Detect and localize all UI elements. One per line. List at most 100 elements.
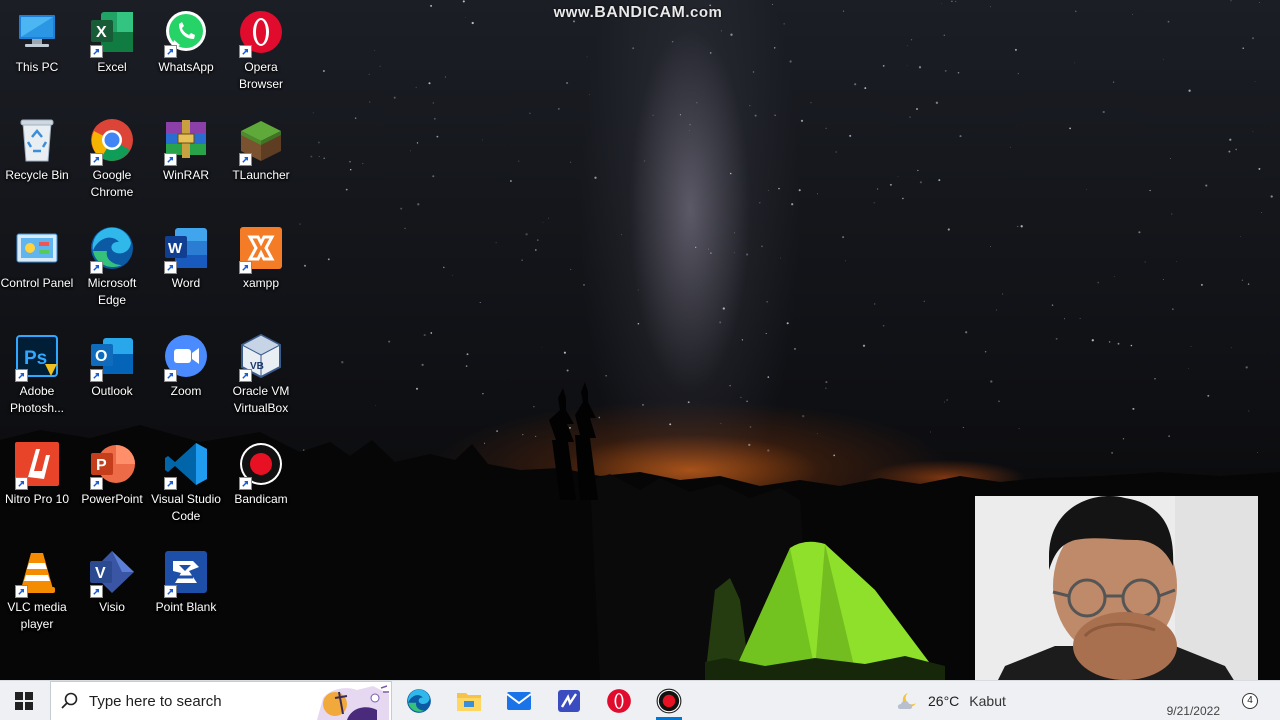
svg-text:P: P	[96, 457, 107, 474]
taskbar-search-box[interactable]: Type here to search	[50, 681, 392, 720]
taskbar-weather[interactable]: 26°C Kabut	[896, 681, 1006, 720]
desktop-icon-visio[interactable]: V Visio	[74, 544, 150, 616]
star	[944, 69, 947, 72]
star	[341, 361, 344, 364]
star	[1130, 344, 1133, 347]
desktop-icon-xampp[interactable]: xampp	[223, 220, 299, 292]
desktop-icon-powerpoint[interactable]: P PowerPoint	[74, 436, 150, 508]
desktop-icon-label: Excel	[97, 60, 127, 74]
star	[632, 47, 635, 50]
star	[923, 300, 925, 302]
desktop-icon-excel[interactable]: X Excel	[74, 4, 150, 76]
star	[323, 157, 326, 160]
svg-text:O: O	[95, 348, 107, 365]
star	[766, 301, 768, 303]
desktop-icon-label: VLC media player	[7, 600, 67, 631]
zoom-icon	[162, 332, 210, 382]
desktop-icon-this-pc[interactable]: This PC	[0, 4, 75, 76]
star	[1230, 0, 1232, 2]
start-button[interactable]	[0, 681, 48, 720]
star	[800, 119, 804, 122]
desktop-icon-google-chrome[interactable]: Google Chrome	[74, 112, 150, 201]
desktop-icon-zoom[interactable]: Zoom	[148, 328, 224, 400]
mail-icon	[506, 692, 532, 710]
star	[909, 116, 911, 118]
desktop-icon-whatsapp[interactable]: WhatsApp	[148, 4, 224, 76]
taskbar-app-edge[interactable]	[394, 681, 444, 720]
star	[479, 301, 481, 304]
desktop-icon-winrar[interactable]: WinRAR	[148, 112, 224, 184]
star	[388, 340, 391, 343]
shortcut-arrow-icon	[90, 45, 103, 58]
star	[354, 117, 357, 119]
star	[393, 96, 396, 99]
star	[1258, 167, 1261, 170]
star	[349, 161, 351, 163]
star	[318, 155, 320, 157]
watermark-brand: BANDICAM	[594, 4, 686, 21]
star	[1064, 318, 1065, 320]
shortcut-arrow-icon	[90, 477, 103, 490]
star	[432, 175, 435, 178]
desktop-icon-point-blank[interactable]: Point Blank	[148, 544, 224, 616]
edge-icon	[407, 689, 431, 713]
star	[1091, 339, 1094, 342]
star	[910, 39, 913, 41]
desktop-icon-tlauncher[interactable]: TLauncher	[223, 112, 299, 184]
whiteboard-icon	[558, 690, 580, 712]
star	[404, 227, 406, 230]
watermark-suffix: .com	[685, 4, 723, 21]
desktop-icon-visual-studio-code[interactable]: Visual Studio Code	[148, 436, 224, 525]
star	[1112, 81, 1115, 83]
desktop-icon-bandicam[interactable]: Bandicam	[223, 436, 299, 508]
taskbar-app-file-explorer[interactable]	[444, 681, 494, 720]
desktop-icon-label: This PC	[15, 60, 59, 74]
star	[586, 56, 588, 58]
desktop-icon-word[interactable]: W Word	[148, 220, 224, 292]
desktop-icon-virtualbox[interactable]: VB Oracle VM VirtualBox	[223, 328, 299, 417]
star	[679, 114, 681, 116]
desktop-icon-label: Nitro Pro 10	[4, 492, 70, 506]
shortcut-arrow-icon	[15, 585, 28, 598]
shortcut-arrow-icon	[239, 153, 252, 166]
taskbar-app-whiteboard[interactable]	[544, 681, 594, 720]
taskbar-app-opera[interactable]	[594, 681, 644, 720]
star	[542, 221, 544, 223]
desktop-icon-control-panel[interactable]: Control Panel	[0, 220, 75, 292]
clock-date: 9/21/2022	[1166, 704, 1220, 718]
star	[521, 259, 523, 262]
notification-center-button[interactable]: 4	[1242, 693, 1258, 709]
star	[955, 0, 957, 2]
star	[432, 102, 435, 104]
desktop-icon-label: xampp	[242, 276, 280, 290]
desktop-icon-opera-browser[interactable]: Opera Browser	[223, 4, 299, 93]
star	[620, 234, 622, 236]
desktop-icon-adobe-photoshop[interactable]: Ps Adobe Photosh...	[0, 328, 75, 417]
desktop-icon-microsoft-edge[interactable]: Microsoft Edge	[74, 220, 150, 309]
star	[570, 161, 572, 163]
control-panel-icon	[13, 224, 61, 272]
star	[1017, 225, 1019, 227]
desktop-icon-outlook[interactable]: O Outlook	[74, 328, 150, 400]
bandicam-icon	[237, 440, 285, 490]
star	[637, 322, 640, 325]
star	[1144, 261, 1146, 263]
taskbar-app-bandicam[interactable]	[644, 681, 694, 720]
taskbar-app-mail[interactable]	[494, 681, 544, 720]
star	[563, 351, 566, 354]
svg-text:V: V	[95, 565, 106, 582]
search-icon	[61, 692, 78, 709]
weather-cloudy-night-icon	[897, 693, 916, 709]
desktop-icon-recycle-bin[interactable]: Recycle Bin	[0, 112, 75, 184]
star	[1229, 138, 1232, 141]
star	[1190, 346, 1192, 347]
star	[1261, 212, 1262, 213]
desktop-icon-nitro-pro[interactable]: Nitro Pro 10	[0, 436, 75, 508]
star	[465, 365, 468, 367]
star	[786, 322, 789, 325]
star	[906, 45, 908, 47]
star	[327, 258, 330, 261]
star	[733, 232, 735, 234]
taskbar-clock[interactable]: 9/21/2022	[1167, 704, 1220, 718]
desktop-icon-vlc[interactable]: VLC media player	[0, 544, 75, 633]
